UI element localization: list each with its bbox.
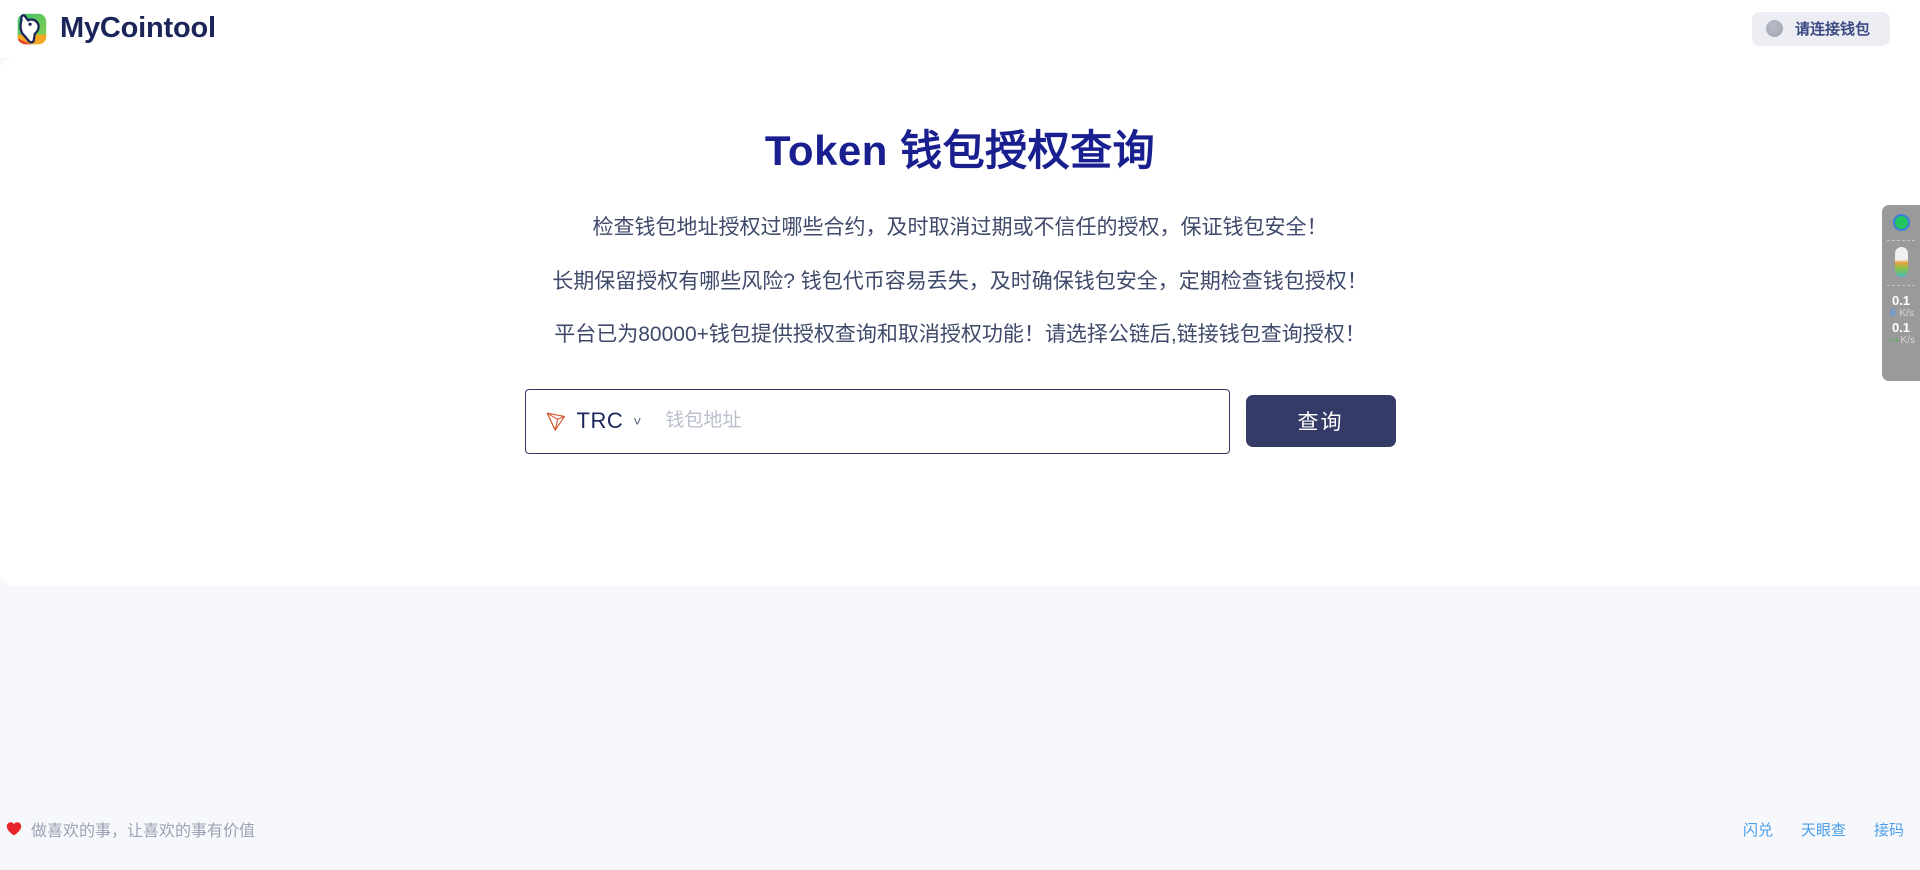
widget-divider-2 xyxy=(1887,285,1915,286)
upload-unit-row: ⤋ K/s xyxy=(1888,308,1914,319)
download-value: 0.1 xyxy=(1891,320,1911,335)
upload-value: 0.1 xyxy=(1891,293,1911,308)
description-line-2: 长期保留授权有哪些风险? 钱包代币容易丢失，及时确保钱包安全，定期检查钱包授权！ xyxy=(552,269,1368,293)
download-speed: 0.1 ⤍ K/s xyxy=(1887,321,1915,346)
footer-links: 闪兑 天眼查 接码 xyxy=(1743,819,1908,840)
footer-link-tianyancha[interactable]: 天眼查 xyxy=(1801,819,1846,840)
brand[interactable]: MyCointool xyxy=(12,10,216,48)
chain-label: TRC xyxy=(576,408,624,433)
main-card: Token 钱包授权查询 检查钱包地址授权过哪些合约，及时取消过期或不信任的授权… xyxy=(0,57,1920,586)
search-row: TRC ˅ 查询 xyxy=(0,388,1920,454)
upload-speed: 0.1 ⤋ K/s xyxy=(1888,294,1914,319)
dog-head-logo-icon xyxy=(12,10,50,48)
footer-slogan: 做喜欢的事，让喜欢的事有价值 xyxy=(31,823,256,840)
description-line-3: 平台已为80000+钱包提供授权查询和取消授权功能！请选择公链后,链接钱包查询授… xyxy=(554,323,1366,346)
widget-divider xyxy=(1887,240,1915,241)
top-bar: MyCointool 请连接钱包 xyxy=(0,0,1920,57)
description-block: 检查钱包地址授权过哪些合约，及时取消过期或不信任的授权，保证钱包安全！ 长期保留… xyxy=(0,212,1920,351)
green-status-circle-icon[interactable] xyxy=(1892,214,1910,231)
page-title: Token 钱包授权查询 xyxy=(764,127,1156,174)
wallet-address-input[interactable] xyxy=(665,410,1211,432)
brand-name: MyCointool xyxy=(60,12,216,44)
arrow-down-icon: ⤍ xyxy=(1887,334,1899,346)
footer-link-jiema[interactable]: 接码 xyxy=(1874,819,1904,840)
arrow-up-icon: ⤋ xyxy=(1888,307,1898,319)
capsule-gradient-icon[interactable] xyxy=(1894,247,1908,277)
download-unit-row: ⤍ K/s xyxy=(1887,335,1915,346)
network-speed-widget[interactable]: 0.1 ⤋ K/s 0.1 ⤍ K/s xyxy=(1882,205,1920,381)
connect-wallet-label: 请连接钱包 xyxy=(1794,21,1870,38)
tron-logo-icon xyxy=(544,409,568,433)
description-line-1: 检查钱包地址授权过哪些合约，及时取消过期或不信任的授权，保证钱包安全！ xyxy=(592,216,1328,239)
connect-wallet-button[interactable]: 请连接钱包 xyxy=(1751,11,1890,46)
chain-selector[interactable]: TRC ˅ xyxy=(544,408,648,434)
chevron-down-icon[interactable]: ˅ xyxy=(633,413,641,429)
wallet-search-box[interactable]: TRC ˅ xyxy=(524,388,1230,454)
query-button[interactable]: 查询 xyxy=(1245,395,1396,447)
upload-unit: K/s xyxy=(1899,307,1914,319)
footer-link-shandui[interactable]: 闪兑 xyxy=(1743,819,1773,840)
footer: 做喜欢的事，让喜欢的事有价值 闪兑 天眼查 接码 xyxy=(0,788,1920,870)
gray-status-dot-icon xyxy=(1765,20,1783,37)
heart-icon xyxy=(6,821,22,837)
download-unit: K/s xyxy=(1900,334,1915,346)
footer-left: 做喜欢的事，让喜欢的事有价值 xyxy=(6,817,255,841)
